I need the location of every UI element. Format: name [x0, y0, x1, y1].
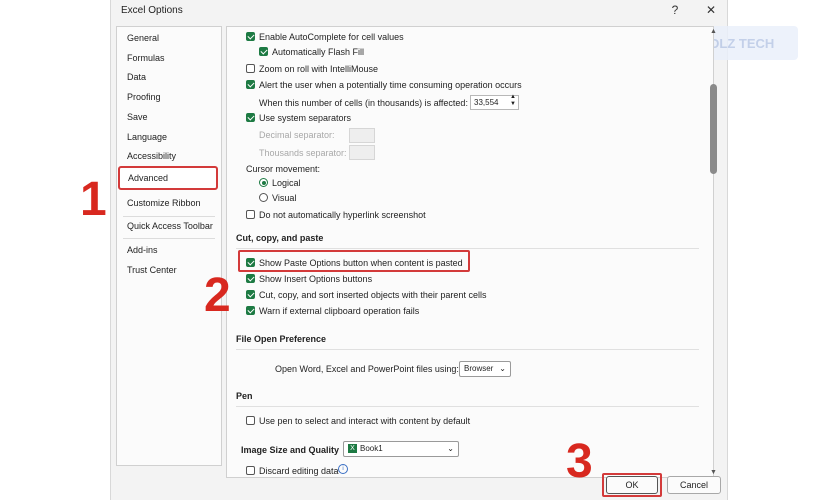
system-separators-label: Use system separators: [259, 113, 352, 123]
nav-item-advanced: Advanced: [128, 173, 169, 183]
zoom-roll-checkbox[interactable]: [246, 64, 255, 73]
section-divider: [236, 248, 699, 249]
thousands-separator-label: Thousands separator:: [259, 148, 347, 158]
nav-item-advanced-selected[interactable]: Advanced: [118, 166, 218, 190]
chevron-down-icon: ⌄: [447, 444, 454, 453]
flash-fill-label: Automatically Flash Fill: [272, 47, 365, 57]
nav-item-add-ins[interactable]: Add-ins: [127, 245, 158, 255]
step-number-3: 3: [566, 435, 593, 488]
cells-number-field[interactable]: 33,554 ▲ ▼: [470, 94, 519, 110]
nav-item-trust-center[interactable]: Trust Center: [127, 265, 177, 275]
file-open-label: Open Word, Excel and PowerPoint files us…: [275, 364, 459, 374]
ok-button[interactable]: OK: [606, 476, 658, 494]
decimal-separator-field: [349, 128, 375, 143]
show-insert-options-label: Show Insert Options buttons: [259, 274, 373, 284]
nav-item-data[interactable]: Data: [127, 72, 146, 82]
decimal-separator-label: Decimal separator:: [259, 130, 335, 140]
section-divider: [236, 406, 699, 407]
nav-item-quick-access-toolbar[interactable]: Quick Access Toolbar: [127, 221, 213, 231]
system-separators-checkbox[interactable]: [246, 113, 255, 122]
step-number-1: 1: [80, 173, 107, 226]
flash-fill-checkbox[interactable]: [259, 47, 268, 56]
nav-item-save[interactable]: Save: [127, 112, 148, 122]
spinner-icon[interactable]: ▲ ▼: [510, 94, 516, 108]
section-divider: [236, 349, 699, 350]
pen-label: Use pen to select and interact with cont…: [259, 416, 471, 426]
dialog-title: Excel Options: [121, 5, 183, 16]
thousands-separator-field: [349, 145, 375, 160]
scrollbar-thumb[interactable]: [710, 84, 717, 174]
logical-radio[interactable]: [259, 178, 268, 187]
cells-value: 33,554: [474, 98, 499, 107]
zoom-roll-label: Zoom on roll with IntelliMouse: [259, 64, 379, 74]
workbook-dropdown[interactable]: X Book1 ⌄: [343, 441, 459, 457]
warn-clipboard-label: Warn if external clipboard operation fai…: [259, 306, 420, 316]
nav-item-formulas[interactable]: Formulas: [127, 53, 165, 63]
help-button[interactable]: ?: [665, 1, 685, 19]
pen-checkbox[interactable]: [246, 416, 255, 425]
nav-item-language[interactable]: Language: [127, 132, 167, 142]
paste-option-highlight: [238, 250, 470, 272]
autocomplete-checkbox[interactable]: [246, 32, 255, 41]
alert-checkbox[interactable]: [246, 80, 255, 89]
nav-item-general[interactable]: General: [127, 33, 159, 43]
logical-label: Logical: [272, 178, 301, 188]
nav-item-accessibility[interactable]: Accessibility: [127, 151, 176, 161]
image-size-heading: Image Size and Quality: [241, 445, 340, 455]
pen-heading: Pen: [236, 391, 253, 401]
alert-label: Alert the user when a potentially time c…: [259, 80, 522, 90]
cells-label: When this number of cells (in thousands)…: [259, 98, 468, 108]
show-insert-options-checkbox[interactable]: [246, 274, 255, 283]
warn-clipboard-checkbox[interactable]: [246, 306, 255, 315]
cancel-button[interactable]: Cancel: [667, 476, 721, 494]
discard-editing-checkbox[interactable]: [246, 466, 255, 475]
close-icon[interactable]: ✕: [701, 1, 721, 19]
cut-copy-paste-heading: Cut, copy, and paste: [236, 233, 324, 243]
cursor-movement-label: Cursor movement:: [246, 164, 321, 174]
nav-divider: [123, 238, 215, 239]
visual-radio[interactable]: [259, 193, 268, 202]
file-open-dropdown[interactable]: Browser ⌄: [459, 361, 511, 377]
file-open-heading: File Open Preference: [236, 334, 327, 344]
discard-editing-label: Discard editing data: [259, 466, 339, 476]
info-icon[interactable]: i: [338, 464, 348, 474]
nav-item-customize-ribbon[interactable]: Customize Ribbon: [127, 198, 201, 208]
options-nav: General Formulas Data Proofing Save Lang…: [116, 26, 222, 466]
excel-icon: X: [348, 444, 357, 454]
chevron-down-icon: ⌄: [499, 364, 506, 373]
hyperlink-checkbox[interactable]: [246, 210, 255, 219]
nav-divider: [123, 216, 215, 217]
hyperlink-label: Do not automatically hyperlink screensho…: [259, 210, 426, 220]
file-open-value: Browser: [464, 364, 494, 373]
autocomplete-label: Enable AutoComplete for cell values: [259, 32, 404, 42]
workbook-value: Book1: [360, 444, 383, 453]
scroll-up-icon[interactable]: ▲: [710, 28, 717, 35]
cut-sort-checkbox[interactable]: [246, 290, 255, 299]
step-number-2: 2: [204, 269, 231, 322]
scroll-down-icon[interactable]: ▼: [710, 469, 717, 476]
visual-label: Visual: [272, 193, 297, 203]
nav-item-proofing[interactable]: Proofing: [127, 92, 161, 102]
cut-sort-label: Cut, copy, and sort inserted objects wit…: [259, 290, 487, 300]
